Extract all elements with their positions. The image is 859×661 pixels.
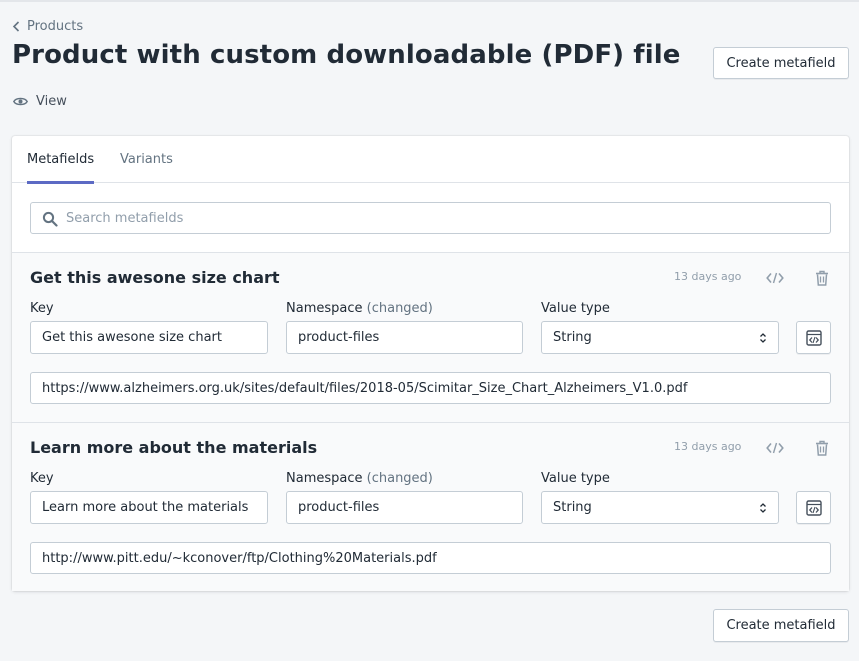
- value-field[interactable]: [30, 372, 831, 404]
- create-metafield-button-bottom[interactable]: Create metafield: [713, 609, 849, 642]
- select-arrows-icon: [760, 503, 766, 513]
- trash-icon[interactable]: [813, 270, 831, 286]
- value-type-selected: String: [553, 500, 592, 515]
- namespace-field[interactable]: [286, 321, 523, 354]
- tab-variants[interactable]: Variants: [120, 136, 173, 183]
- value-type-select[interactable]: String: [541, 491, 779, 524]
- namespace-label: Namespace (changed): [286, 301, 433, 316]
- namespace-label-text: Namespace: [286, 301, 363, 316]
- breadcrumb-label: Products: [27, 19, 84, 34]
- namespace-label: Namespace (changed): [286, 471, 433, 486]
- value-type-label: Value type: [541, 301, 610, 316]
- page-title: Product with custom downloadable (PDF) f…: [12, 40, 681, 70]
- tab-metafields[interactable]: Metafields: [27, 136, 95, 184]
- namespace-changed-note: (changed): [366, 471, 433, 486]
- value-type-selected: String: [553, 330, 592, 345]
- top-divider: [0, 0, 859, 2]
- value-field[interactable]: [30, 542, 831, 574]
- metafields-card: Metafields Variants Get this awesone siz…: [12, 136, 849, 591]
- eye-icon: [13, 97, 28, 106]
- edit-value-button[interactable]: [796, 321, 831, 354]
- search-input[interactable]: [66, 203, 826, 233]
- metafield-item: Learn more about the materials 13 days a…: [12, 422, 849, 591]
- search-icon: [42, 211, 58, 227]
- key-label: Key: [30, 301, 54, 316]
- breadcrumb-products[interactable]: Products: [12, 19, 83, 34]
- metafield-timestamp: 13 days ago: [674, 270, 742, 283]
- view-link[interactable]: View: [13, 94, 67, 109]
- code-icon[interactable]: [766, 270, 784, 286]
- key-label: Key: [30, 471, 54, 486]
- metafield-title: Learn more about the materials: [30, 438, 318, 457]
- metafield-item: Get this awesone size chart 13 days ago …: [12, 252, 849, 422]
- value-type-label: Value type: [541, 471, 610, 486]
- search-box: [30, 202, 831, 234]
- view-label: View: [36, 94, 67, 109]
- tab-bar: Metafields Variants: [12, 136, 849, 184]
- namespace-field[interactable]: [286, 491, 523, 524]
- select-arrows-icon: [760, 333, 766, 343]
- trash-icon[interactable]: [813, 440, 831, 456]
- create-metafield-button[interactable]: Create metafield: [713, 47, 849, 79]
- edit-value-button[interactable]: [796, 491, 831, 524]
- key-field[interactable]: [30, 491, 268, 524]
- code-editor-icon: [805, 499, 822, 516]
- metafield-title: Get this awesone size chart: [30, 268, 280, 287]
- code-editor-icon: [805, 329, 822, 346]
- metafield-timestamp: 13 days ago: [674, 440, 742, 453]
- code-icon[interactable]: [766, 440, 784, 456]
- namespace-changed-note: (changed): [366, 301, 433, 316]
- key-field[interactable]: [30, 321, 268, 354]
- value-type-select[interactable]: String: [541, 321, 779, 354]
- chevron-left-icon: [12, 21, 20, 32]
- namespace-label-text: Namespace: [286, 471, 363, 486]
